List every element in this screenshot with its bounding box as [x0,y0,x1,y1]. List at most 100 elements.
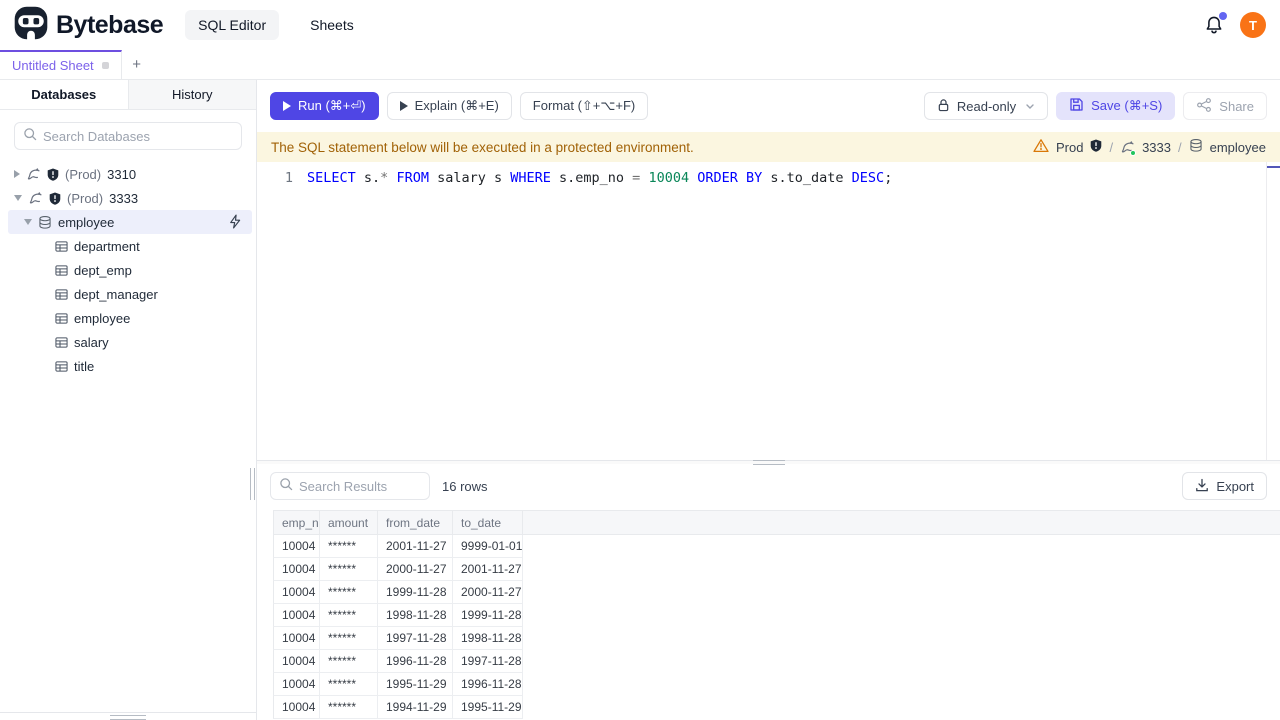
table-cell[interactable]: ****** [320,696,378,719]
export-button[interactable]: Export [1182,472,1267,500]
table-row[interactable]: 10004 ****** 1998-11-28 1999-11-28 [273,604,1280,627]
table-cell[interactable]: 2001-11-27 [453,558,523,581]
table-cell[interactable]: 1996-11-28 [453,673,523,696]
table-cell[interactable]: ****** [320,535,378,558]
table-cell[interactable]: 1999-11-28 [453,604,523,627]
table-cell[interactable]: 9999-01-01 [453,535,523,558]
sidebar-table-item-employee[interactable]: employee [0,306,256,330]
database-search[interactable] [14,122,242,150]
table-cell[interactable]: 1996-11-28 [378,650,453,673]
table-cell[interactable]: 1994-11-29 [378,696,453,719]
results-search[interactable] [270,472,430,500]
table-cell[interactable]: 1999-11-28 [378,581,453,604]
sidebar-table-item-dept_emp[interactable]: dept_emp [0,258,256,282]
column-header-from_date[interactable]: from_date [378,510,453,535]
bytebase-logo[interactable]: Bytebase [14,6,164,45]
panel-resize-handle[interactable] [752,460,785,465]
table-row[interactable]: 10004 ****** 2000-11-27 2001-11-27 [273,558,1280,581]
share-button[interactable]: Share [1183,92,1267,120]
table-cell-filler [523,650,1280,673]
lightning-icon[interactable] [228,214,242,229]
sidebar-table-item-department[interactable]: department [0,234,256,258]
table-cell[interactable]: 10004 [273,581,320,604]
sql-token-plain: s. [355,170,381,186]
column-header-amount[interactable]: amount [320,510,378,535]
tab-history[interactable]: History [127,80,256,109]
database-name: employee [58,214,115,230]
table-cell[interactable]: 2001-11-27 [378,535,453,558]
save-icon [1069,97,1084,115]
table-cell[interactable]: 10004 [273,627,320,650]
table-cell[interactable]: 1995-11-29 [453,696,523,719]
sidebar-table-item-salary[interactable]: salary [0,330,256,354]
table-cell[interactable]: 1995-11-29 [378,673,453,696]
search-databases-input[interactable] [43,128,233,144]
table-cell[interactable]: 2000-11-27 [453,581,523,604]
table-row[interactable]: 10004 ****** 1999-11-28 2000-11-27 [273,581,1280,604]
sql-token-plain: s.emp_no [550,170,633,186]
table-row[interactable]: 10004 ****** 1994-11-29 1995-11-29 [273,696,1280,719]
save-label: Save (⌘+S) [1091,98,1163,113]
nav-sheets[interactable]: Sheets [297,10,367,40]
column-header-to_date[interactable]: to_date [453,510,523,535]
readonly-mode-dropdown[interactable]: Read-only [923,92,1049,120]
tab-databases[interactable]: Databases [0,80,128,109]
explain-button[interactable]: Explain (⌘+E) [386,92,512,120]
connection-breadcrumb: Prod / 3333 / employee [1033,138,1266,156]
table-cell[interactable]: 1998-11-28 [453,627,523,650]
sidebar-resize-handle[interactable] [250,468,255,500]
save-button[interactable]: Save (⌘+S) [1056,92,1176,120]
table-cell[interactable]: ****** [320,581,378,604]
column-header-emp_no[interactable]: emp_no [273,510,320,535]
instance-name[interactable]: 3333 [1142,140,1171,155]
lock-icon [937,98,950,115]
share-icon [1196,97,1212,116]
instance-item-3310[interactable]: (Prod) 3310 [0,162,256,186]
table-cell[interactable]: 10004 [273,558,320,581]
sql-code-line[interactable]: SELECT s.* FROM salary s WHERE s.emp_no … [299,169,1280,460]
sidebar: Databases History Search Databases (Prod… [0,80,257,720]
database-name[interactable]: employee [1210,140,1266,155]
new-sheet-button[interactable]: + [122,50,152,79]
table-cell[interactable]: 10004 [273,604,320,627]
table-cell[interactable]: ****** [320,558,378,581]
table-row[interactable]: 10004 ****** 1996-11-28 1997-11-28 [273,650,1280,673]
brand-name: Bytebase [56,10,164,39]
toolbar-right: Read-only Save (⌘+S) Share [923,92,1267,120]
user-avatar[interactable]: T [1240,12,1266,38]
table-cell[interactable]: 10004 [273,696,320,719]
editor-toolbar: Run (⌘+⏎) Explain (⌘+E) Format (⇧+⌥+F) R… [257,80,1280,132]
table-cell[interactable]: 1997-11-28 [453,650,523,673]
sidebar-bottom-resize-handle[interactable] [110,715,146,720]
table-cell[interactable]: 10004 [273,673,320,696]
table-name: salary [74,334,109,350]
table-cell[interactable]: ****** [320,604,378,627]
main-panel: Run (⌘+⏎) Explain (⌘+E) Format (⇧+⌥+F) R… [257,80,1280,720]
nav-sql-editor[interactable]: SQL Editor [185,10,280,40]
instance-item-3333[interactable]: (Prod) 3333 [0,186,256,210]
table-row[interactable]: 10004 ****** 2001-11-27 9999-01-01 [273,535,1280,558]
sidebar-table-item-dept_manager[interactable]: dept_manager [0,282,256,306]
table-row[interactable]: 10004 ****** 1997-11-28 1998-11-28 [273,627,1280,650]
search-results-input[interactable] [299,478,421,494]
database-item-employee[interactable]: employee [8,210,252,234]
sidebar-table-item-title[interactable]: title [0,354,256,378]
instance-env: (Prod) [65,166,102,182]
sql-editor[interactable]: 1 SELECT s.* FROM salary s WHERE s.emp_n… [257,162,1280,460]
table-cell[interactable]: 10004 [273,650,320,673]
run-button[interactable]: Run (⌘+⏎) [270,92,379,120]
editor-scrollbar[interactable] [1266,162,1267,460]
table-cell[interactable]: ****** [320,627,378,650]
table-cell[interactable]: 1998-11-28 [378,604,453,627]
table-cell[interactable]: 1997-11-28 [378,627,453,650]
notification-bell-icon[interactable] [1204,12,1227,35]
format-button[interactable]: Format (⇧+⌥+F) [519,92,649,120]
table-cell[interactable]: ****** [320,673,378,696]
table-cell[interactable]: 10004 [273,535,320,558]
table-cell-filler [523,604,1280,627]
instance-name: 3333 [109,190,139,206]
tab-untitled-sheet[interactable]: Untitled Sheet [0,50,122,79]
table-row[interactable]: 10004 ****** 1995-11-29 1996-11-28 [273,673,1280,696]
table-cell[interactable]: 2000-11-27 [378,558,453,581]
table-cell[interactable]: ****** [320,650,378,673]
